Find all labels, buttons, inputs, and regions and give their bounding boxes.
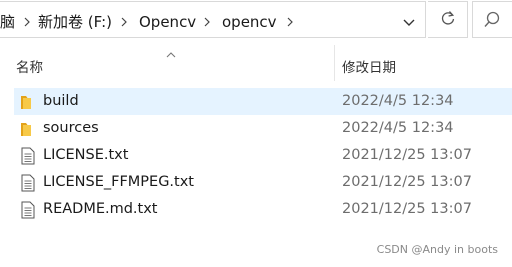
text-file-icon [20, 201, 36, 219]
address-bar[interactable]: 脑 新加卷 (F:) Opencv opencv [0, 1, 426, 38]
breadcrumb-separator-icon[interactable] [119, 13, 129, 31]
file-modified-date: 2021/12/25 13:07 [342, 174, 472, 190]
column-divider[interactable] [334, 45, 335, 81]
file-row-license-ffmpeg[interactable]: LICENSE_FFMPEG.txt 2021/12/25 13:07 [14, 169, 512, 196]
address-bar-row: 脑 新加卷 (F:) Opencv opencv [0, 0, 512, 41]
refresh-button[interactable] [428, 1, 468, 38]
file-modified-date: 2022/4/5 12:34 [342, 120, 454, 136]
breadcrumb-opencv-current[interactable]: opencv [222, 13, 277, 31]
text-file-icon [20, 147, 36, 165]
file-name: sources [43, 120, 99, 136]
file-name: README.md.txt [43, 201, 158, 217]
breadcrumb-drive-f[interactable]: 新加卷 (F:) [38, 13, 112, 31]
file-modified-date: 2021/12/25 13:07 [342, 147, 472, 163]
file-row-license[interactable]: LICENSE.txt 2021/12/25 13:07 [14, 142, 512, 169]
file-name: LICENSE.txt [43, 147, 129, 163]
search-icon [483, 11, 501, 33]
breadcrumb-separator-icon[interactable] [285, 13, 295, 31]
folder-icon [20, 93, 36, 111]
column-header-name[interactable]: 名称 [16, 56, 43, 76]
breadcrumb-separator-icon[interactable] [202, 13, 212, 31]
watermark: CSDN @Andy in boots [376, 243, 498, 256]
file-row-readme[interactable]: README.md.txt 2021/12/25 13:07 [14, 196, 512, 223]
refresh-icon [440, 10, 456, 30]
breadcrumb-this-pc[interactable]: 脑 [0, 13, 15, 31]
folder-icon [20, 120, 36, 138]
column-header-modified[interactable]: 修改日期 [342, 56, 396, 76]
sort-up-icon [166, 44, 176, 63]
breadcrumb-opencv-parent[interactable]: Opencv [139, 13, 196, 31]
file-modified-date: 2022/4/5 12:34 [342, 93, 454, 109]
file-modified-date: 2021/12/25 13:07 [342, 201, 472, 217]
address-history-button[interactable] [397, 10, 421, 32]
breadcrumb-separator-icon[interactable] [22, 13, 32, 31]
text-file-icon [20, 174, 36, 192]
file-row-sources[interactable]: sources 2022/4/5 12:34 [14, 115, 512, 142]
chevron-down-icon [402, 12, 416, 31]
file-name: build [43, 93, 79, 109]
file-name: LICENSE_FFMPEG.txt [43, 174, 194, 190]
file-row-build[interactable]: build 2022/4/5 12:34 [14, 88, 512, 115]
search-input[interactable] [472, 1, 512, 38]
